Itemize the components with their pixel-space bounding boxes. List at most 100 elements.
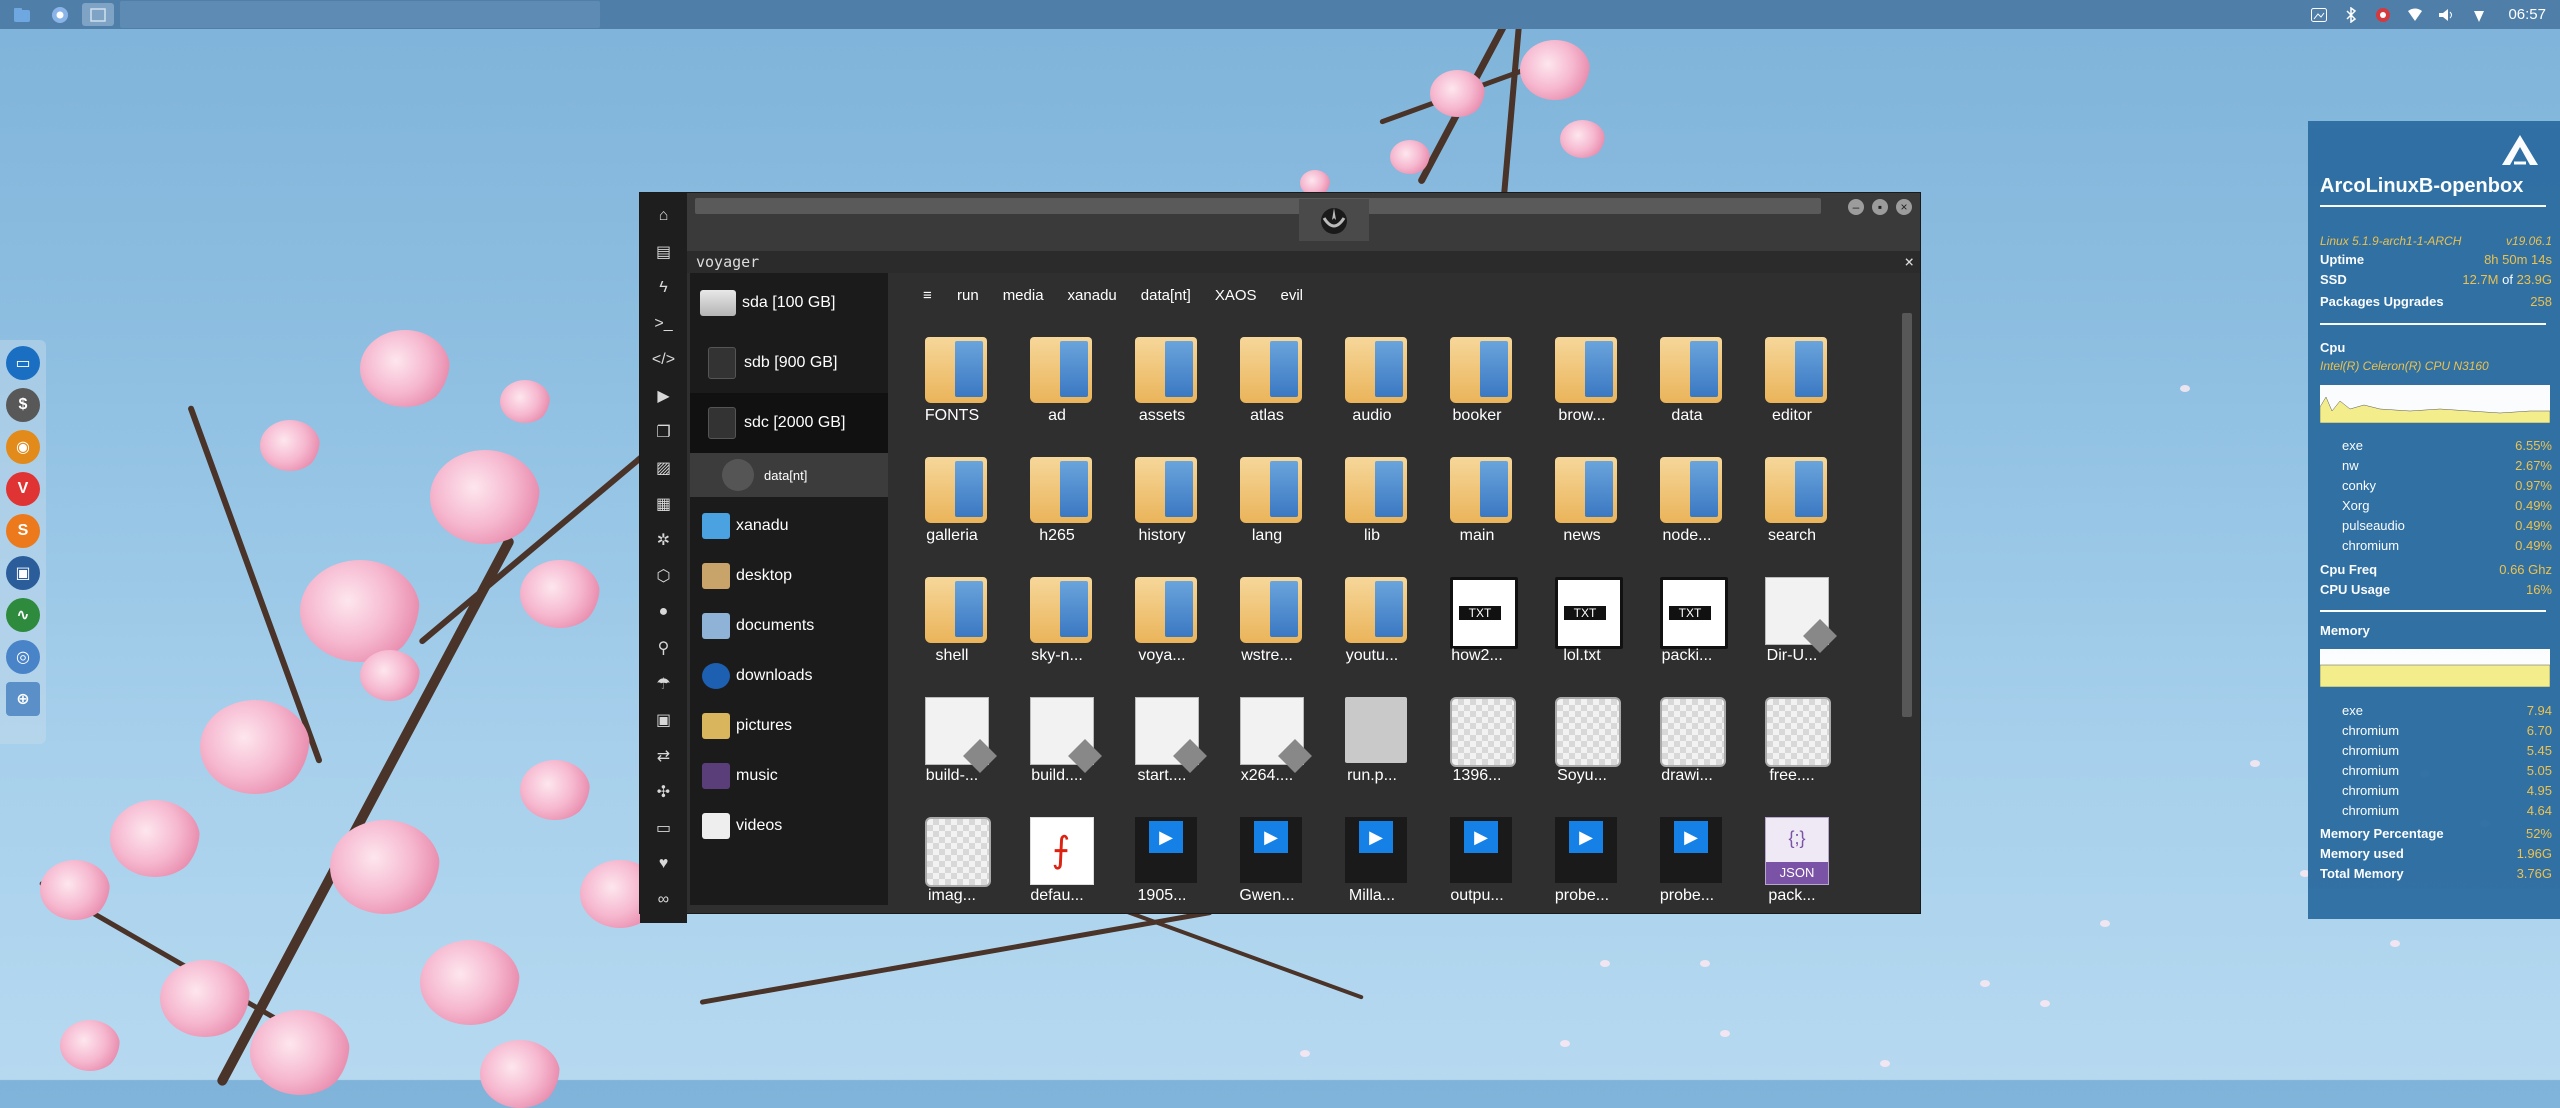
file-item[interactable]: ▶ probe...: [1535, 813, 1629, 905]
close-button[interactable]: ×: [1896, 199, 1912, 215]
picture-icon[interactable]: ▨: [651, 455, 677, 481]
breadcrumb-item[interactable]: xanadu: [1068, 287, 1117, 304]
file-item[interactable]: drawi...: [1640, 693, 1734, 813]
file-item[interactable]: 1396...: [1430, 693, 1524, 813]
file-item[interactable]: atlas: [1220, 333, 1314, 453]
images-icon[interactable]: ❐: [651, 419, 677, 445]
file-item[interactable]: wstre...: [1220, 573, 1314, 693]
clock[interactable]: 06:57: [2508, 6, 2546, 23]
vlc-icon[interactable]: ◉: [6, 430, 40, 464]
sidebar-place-downloads[interactable]: downloads: [690, 651, 888, 701]
youtube-icon[interactable]: ▭: [651, 815, 677, 841]
sidebar-drive-sda[interactable]: sda [100 GB]: [690, 273, 888, 333]
maximize-button[interactable]: ▪: [1872, 199, 1888, 215]
dollar-icon[interactable]: $: [6, 388, 40, 422]
contact-icon[interactable]: ▣: [651, 707, 677, 733]
globe-icon[interactable]: ●: [651, 599, 677, 625]
chrome-icon[interactable]: ◎: [6, 640, 40, 674]
file-item[interactable]: FONTS: [905, 333, 999, 453]
title-field[interactable]: [695, 198, 1821, 214]
file-item[interactable]: free....: [1745, 693, 1839, 813]
share-icon[interactable]: ⇄: [651, 743, 677, 769]
file-item[interactable]: ▶ 1905...: [1115, 813, 1209, 905]
window-list-icon[interactable]: [82, 3, 114, 26]
file-item[interactable]: h265: [1010, 453, 1104, 573]
volume-icon[interactable]: [2438, 6, 2456, 24]
file-item[interactable]: start....: [1115, 693, 1209, 813]
file-item[interactable]: editor: [1745, 333, 1839, 453]
file-item[interactable]: news: [1535, 453, 1629, 573]
expand-icon[interactable]: ✣: [651, 779, 677, 805]
file-item[interactable]: shell: [905, 573, 999, 693]
window-titlebar[interactable]: – ▪ ×: [687, 193, 1920, 251]
file-item[interactable]: run.p...: [1325, 693, 1419, 813]
sidebar-drive-sdb[interactable]: sdb [900 GB]: [690, 333, 888, 393]
terminal-icon[interactable]: >_: [651, 311, 677, 337]
breadcrumb-item[interactable]: data[nt]: [1141, 287, 1191, 304]
file-item[interactable]: main: [1430, 453, 1524, 573]
sidebar-place-xanadu[interactable]: xanadu: [690, 501, 888, 551]
file-item[interactable]: sky-n...: [1010, 573, 1104, 693]
file-item[interactable]: TXT how2...: [1430, 573, 1524, 693]
file-item[interactable]: data: [1640, 333, 1734, 453]
activity-monitor-icon[interactable]: ∿: [6, 598, 40, 632]
file-item[interactable]: lib: [1325, 453, 1419, 573]
file-item[interactable]: TXT packi...: [1640, 573, 1734, 693]
screenshot-icon[interactable]: ▣: [6, 556, 40, 590]
pane-close-icon[interactable]: ×: [1904, 252, 1914, 271]
file-item[interactable]: build-...: [905, 693, 999, 813]
file-manager-icon[interactable]: ▭: [6, 346, 40, 380]
lightning-icon[interactable]: ϟ: [651, 275, 677, 301]
vertical-scrollbar[interactable]: [1902, 313, 1912, 717]
file-item[interactable]: ad: [1010, 333, 1104, 453]
file-item[interactable]: assets: [1115, 333, 1209, 453]
code-icon[interactable]: </>: [651, 347, 677, 373]
s-icon[interactable]: S: [6, 514, 40, 548]
file-item[interactable]: ▶ probe...: [1640, 813, 1734, 905]
taskbar[interactable]: [120, 1, 600, 28]
sidebar-place-documents[interactable]: documents: [690, 601, 888, 651]
sidebar-place-videos[interactable]: videos: [690, 801, 888, 851]
file-item[interactable]: Dir-U...: [1745, 573, 1839, 693]
search-icon[interactable]: ⚲: [651, 635, 677, 661]
home-icon[interactable]: ⌂: [651, 203, 677, 229]
file-item[interactable]: galleria: [905, 453, 999, 573]
file-item[interactable]: brow...: [1535, 333, 1629, 453]
globe-icon[interactable]: ⊕: [6, 682, 40, 716]
hexagon-icon[interactable]: ⬡: [651, 563, 677, 589]
wifi-icon[interactable]: [2406, 6, 2424, 24]
sidebar-place-music[interactable]: music: [690, 751, 888, 801]
play-icon[interactable]: ▶: [651, 383, 677, 409]
breadcrumb-item[interactable]: run: [957, 287, 979, 304]
sidebar-place-pictures[interactable]: pictures: [690, 701, 888, 751]
news-icon[interactable]: ▦: [651, 491, 677, 517]
umbrella-icon[interactable]: ☂: [651, 671, 677, 697]
file-item[interactable]: Soyu...: [1535, 693, 1629, 813]
document-icon[interactable]: ▤: [651, 239, 677, 265]
file-item[interactable]: booker: [1430, 333, 1524, 453]
power-icon[interactable]: [2470, 6, 2488, 24]
link-icon[interactable]: ∞: [651, 887, 677, 913]
browser-launcher-icon[interactable]: [44, 3, 76, 26]
bug-alert-icon[interactable]: [2374, 6, 2392, 24]
file-item[interactable]: history: [1115, 453, 1209, 573]
breadcrumb-item[interactable]: XAOS: [1215, 287, 1257, 304]
file-item[interactable]: build....: [1010, 693, 1104, 813]
file-item[interactable]: {;} JSON pack...: [1745, 813, 1839, 905]
sidebar-place-desktop[interactable]: desktop: [690, 551, 888, 601]
file-item[interactable]: search: [1745, 453, 1839, 573]
bluetooth-icon[interactable]: [2342, 6, 2360, 24]
minimize-button[interactable]: –: [1848, 199, 1864, 215]
breadcrumb-item[interactable]: media: [1003, 287, 1044, 304]
file-item[interactable]: voya...: [1115, 573, 1209, 693]
file-item[interactable]: x264....: [1220, 693, 1314, 813]
breadcrumb-item[interactable]: evil: [1281, 287, 1304, 304]
file-item[interactable]: lang: [1220, 453, 1314, 573]
settings-icon[interactable]: ✲: [651, 527, 677, 553]
vivaldi-icon[interactable]: V: [6, 472, 40, 506]
file-item[interactable]: ⨍ defau...: [1010, 813, 1104, 905]
file-item[interactable]: ▶ Gwen...: [1220, 813, 1314, 905]
sidebar-drive-sdc[interactable]: sdc [2000 GB]: [690, 393, 888, 453]
file-item[interactable]: imag...: [905, 813, 999, 905]
heart-icon[interactable]: ♥: [651, 851, 677, 877]
